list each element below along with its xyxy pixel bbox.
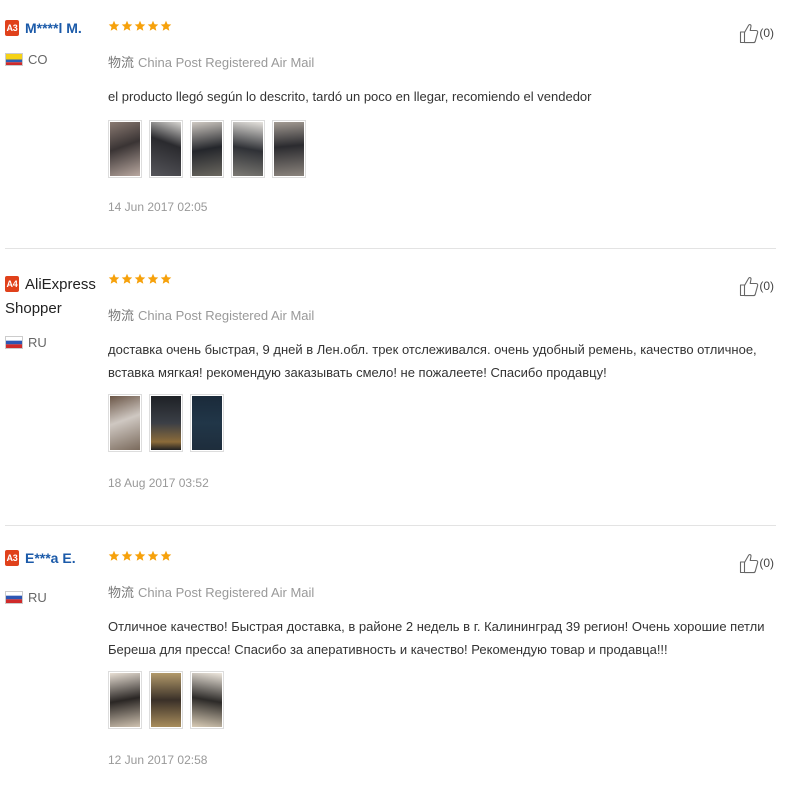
- review-photo-thumbnail[interactable]: [190, 120, 224, 178]
- reviewer-country: RU: [5, 335, 100, 350]
- review-content: 物流 China Post Registered Air Mail доставк…: [108, 273, 768, 490]
- buyer-level-badge: A3: [5, 20, 19, 36]
- logistics-info: 物流 China Post Registered Air Mail: [108, 582, 768, 601]
- flag-co-icon: [5, 53, 23, 66]
- star-icon: [147, 20, 159, 31]
- review-photo-thumbnail[interactable]: [108, 394, 142, 452]
- thumbs-up-icon: [740, 277, 759, 297]
- star-icon: [121, 273, 133, 284]
- star-icon: [121, 550, 133, 561]
- reviewer-country: RU: [5, 590, 100, 605]
- review-text: Отличное качество! Быстрая доставка, в р…: [108, 619, 765, 657]
- helpful-button[interactable]: (0): [739, 275, 774, 297]
- thumbs-up-icon: [740, 554, 759, 574]
- review-text: el producto llegó según lo descrito, tar…: [108, 89, 592, 104]
- star-icon: [134, 273, 146, 284]
- logistics-method: China Post Registered Air Mail: [138, 55, 315, 70]
- thumbs-up-icon: [740, 24, 759, 44]
- review-photo-thumbnail[interactable]: [190, 394, 224, 452]
- review-photo-thumbnail[interactable]: [149, 120, 183, 178]
- star-icon: [147, 273, 159, 284]
- review-date: 18 Aug 2017 03:52: [108, 476, 209, 490]
- review-photo-thumbnail[interactable]: [272, 120, 306, 178]
- reviewer-country: CO: [5, 52, 100, 67]
- star-icon: [121, 20, 133, 31]
- star-rating: [108, 273, 768, 293]
- country-code: RU: [28, 590, 47, 605]
- buyer-level-badge: A3: [5, 550, 19, 566]
- reviewer-name[interactable]: M****l M.: [25, 20, 82, 36]
- logistics-method: China Post Registered Air Mail: [138, 308, 315, 323]
- helpful-count: (0): [759, 279, 774, 293]
- review-item: A4 AliExpress Shopper RU 物流 China Post Reg…: [0, 249, 800, 526]
- star-icon: [160, 550, 172, 561]
- review-item: A3 M****l M. CO 物流 China Post Registered A…: [0, 0, 800, 249]
- review-photos: [108, 394, 768, 452]
- star-icon: [147, 550, 159, 561]
- review-text: доставка очень быстрая, 9 дней в Лен.обл…: [108, 342, 757, 380]
- star-rating: [108, 20, 768, 40]
- star-icon: [108, 20, 120, 31]
- review-photo-thumbnail[interactable]: [231, 120, 265, 178]
- review-content: 物流 China Post Registered Air Mail el prod…: [108, 20, 768, 214]
- star-icon: [134, 20, 146, 31]
- star-icon: [160, 273, 172, 284]
- logistics-info: 物流 China Post Registered Air Mail: [108, 305, 768, 324]
- flag-ru-icon: [5, 591, 23, 604]
- reviewer-info: A4 AliExpress Shopper RU: [5, 273, 100, 350]
- review-content: 物流 China Post Registered Air Mail Отлично…: [108, 550, 768, 767]
- review-photo-thumbnail[interactable]: [108, 671, 142, 729]
- country-code: RU: [28, 335, 47, 350]
- logistics-method: China Post Registered Air Mail: [138, 585, 315, 600]
- review-photo-thumbnail[interactable]: [149, 394, 183, 452]
- star-icon: [134, 550, 146, 561]
- flag-ru-icon: [5, 336, 23, 349]
- review-photo-thumbnail[interactable]: [149, 671, 183, 729]
- review-date: 12 Jun 2017 02:58: [108, 753, 208, 767]
- star-icon: [108, 273, 120, 284]
- buyer-level-badge: A4: [5, 276, 19, 292]
- star-rating: [108, 550, 768, 570]
- logistics-info: 物流 China Post Registered Air Mail: [108, 52, 768, 71]
- reviewer-info: A3 E***a E. RU: [5, 550, 100, 605]
- star-icon: [108, 550, 120, 561]
- review-photo-thumbnail[interactable]: [108, 120, 142, 178]
- helpful-count: (0): [759, 556, 774, 570]
- review-item: A3 E***a E. RU 物流 China Post Registered Ai…: [0, 526, 800, 800]
- review-date: 14 Jun 2017 02:05: [108, 200, 208, 214]
- review-photos: [108, 120, 768, 178]
- helpful-button[interactable]: (0): [739, 552, 774, 574]
- logistics-label: 物流: [108, 308, 135, 323]
- reviewer-name[interactable]: E***a E.: [25, 550, 76, 566]
- logistics-label: 物流: [108, 55, 135, 70]
- helpful-button[interactable]: (0): [739, 22, 774, 44]
- review-photo-thumbnail[interactable]: [190, 671, 224, 729]
- country-code: CO: [28, 52, 48, 67]
- logistics-label: 物流: [108, 585, 135, 600]
- review-photos: [108, 671, 768, 729]
- helpful-count: (0): [759, 26, 774, 40]
- reviewer-info: A3 M****l M. CO: [5, 20, 100, 67]
- star-icon: [160, 20, 172, 31]
